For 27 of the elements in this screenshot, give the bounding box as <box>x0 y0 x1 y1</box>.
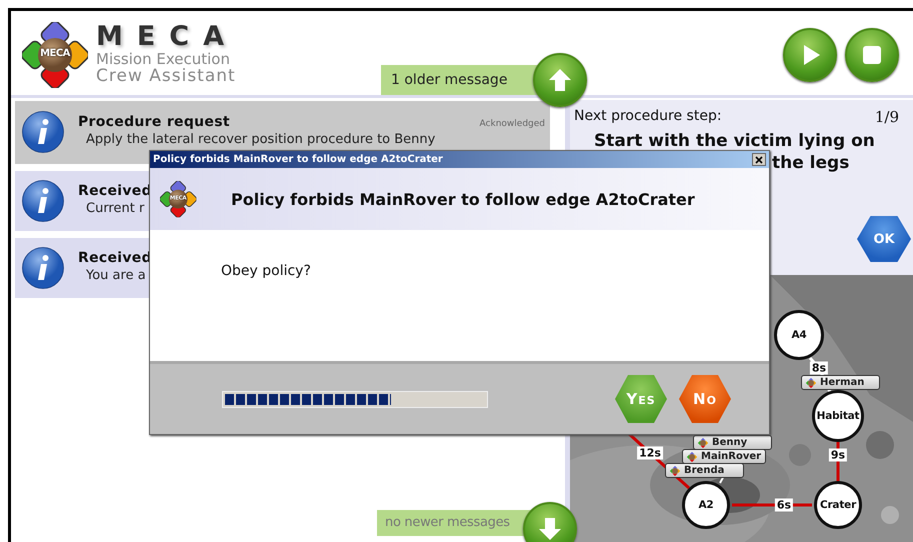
dialog-heading: Policy forbids MainRover to follow edge A2toCrater <box>231 190 695 208</box>
app-subtitle: Crew Assistant <box>96 67 237 85</box>
newer-messages-label: no newer messages <box>377 510 531 536</box>
procedure-step-text: the legs <box>772 152 850 174</box>
procedure-heading: Next procedure step: <box>574 108 722 126</box>
edge-label: 6s <box>774 498 794 512</box>
dialog-title: Policy forbids MainRover to follow edge A2toCrater <box>153 154 443 165</box>
app-subtitle: Mission Execution <box>96 51 231 67</box>
message-title: Procedure request <box>78 114 230 130</box>
message-text: Apply the lateral recover position procedure to Benny <box>85 132 436 147</box>
crew-tag[interactable]: Herman <box>801 375 880 390</box>
procedure-step-text: Start with the victim lying on <box>594 130 876 152</box>
message-title: Received <box>78 250 152 266</box>
crew-tag[interactable]: MainRover <box>682 449 766 464</box>
message-status: Acknowledged <box>480 119 545 129</box>
crew-tag[interactable]: Brenda <box>665 463 744 478</box>
ok-button[interactable]: OK <box>857 216 911 262</box>
crew-tag[interactable]: Benny <box>693 435 772 450</box>
edge-label: 9s <box>828 448 848 462</box>
step-counter: 1/9 <box>874 108 899 126</box>
dialog-question: Obey policy? <box>221 263 311 279</box>
edge-label: 12s <box>637 446 663 460</box>
message-title: Received <box>78 183 152 199</box>
message-text: You are a <box>85 268 146 283</box>
edge-label: 8s <box>810 362 828 374</box>
message-text: Current r <box>85 201 144 216</box>
app-title: MECA <box>96 23 238 51</box>
